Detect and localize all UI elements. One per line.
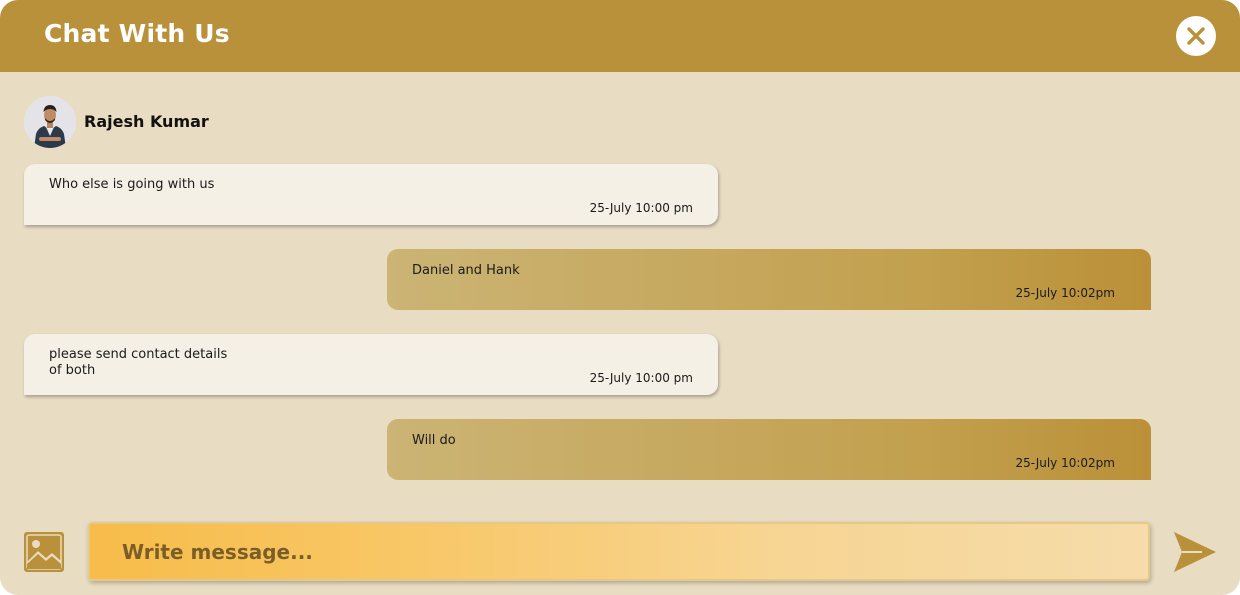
close-icon [1187,27,1205,45]
message-time: 25-July 10:00 pm [589,371,693,385]
message-time: 25-July 10:02pm [1015,286,1115,300]
message-time: 25-July 10:02pm [1015,456,1115,470]
avatar [24,96,76,148]
message-text: Will do [412,433,456,448]
image-icon [24,532,64,572]
send-button[interactable] [1172,530,1218,574]
message-input[interactable] [88,522,1150,581]
attach-image-button[interactable] [24,532,64,572]
message-text: please send contact details of both [49,347,228,378]
close-button[interactable] [1176,16,1216,56]
message-text: Daniel and Hank [412,263,520,278]
message-bubble-incoming: please send contact details of both 25-J… [24,334,718,395]
message-time: 25-July 10:00 pm [589,201,693,215]
chat-title: Chat With Us [44,19,230,48]
contact-name: Rajesh Kumar [84,112,209,131]
send-icon [1174,532,1216,572]
chat-window: Chat With Us Rajesh Kumar Who else is go… [0,0,1240,595]
message-bubble-outgoing: Daniel and Hank 25-July 10:02pm [387,249,1151,310]
message-bubble-outgoing: Will do 25-July 10:02pm [387,419,1151,480]
chat-header: Chat With Us [0,0,1240,72]
message-bubble-incoming: Who else is going with us 25-July 10:00 … [24,164,718,225]
message-text: Who else is going with us [49,177,215,192]
